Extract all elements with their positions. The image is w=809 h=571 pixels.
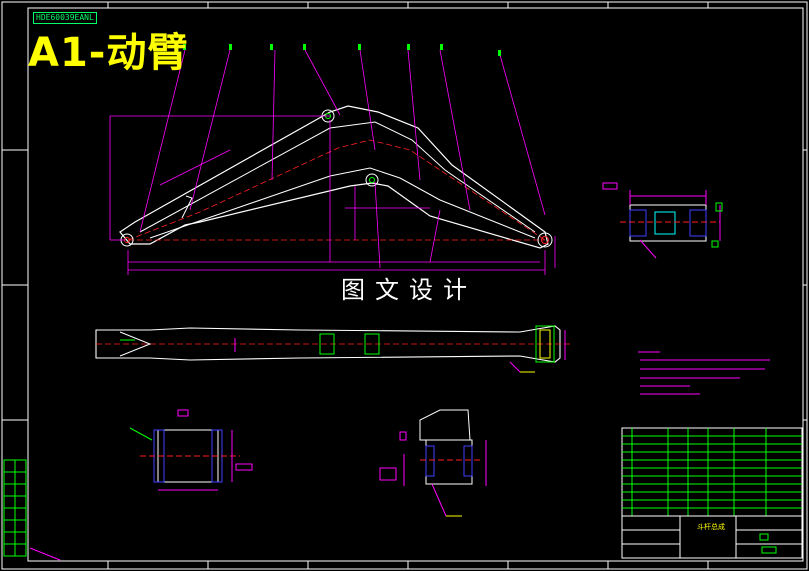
section-view-right <box>602 182 723 259</box>
main-view-dimensions <box>109 49 556 275</box>
boom-elevation-view <box>119 105 553 249</box>
boom-plan-view <box>95 325 570 373</box>
cylinder-pin-lower <box>365 173 379 187</box>
drawing-title: A1-动臂 <box>28 30 189 76</box>
plan-outline <box>95 325 561 363</box>
watermark-text: 图文设计 <box>341 276 477 304</box>
technical-notes <box>638 351 770 395</box>
title-block-part-name: 斗杆总成 <box>697 523 725 531</box>
detail-view-center <box>379 409 487 517</box>
boom-upper-plate <box>139 121 536 233</box>
boom-lower-plate <box>149 167 536 239</box>
detail-view-left <box>129 409 253 491</box>
left-margin-table <box>3 459 27 557</box>
title-block <box>621 427 803 559</box>
corner-arrow <box>29 547 61 561</box>
main-view-label-ticks <box>183 44 501 56</box>
